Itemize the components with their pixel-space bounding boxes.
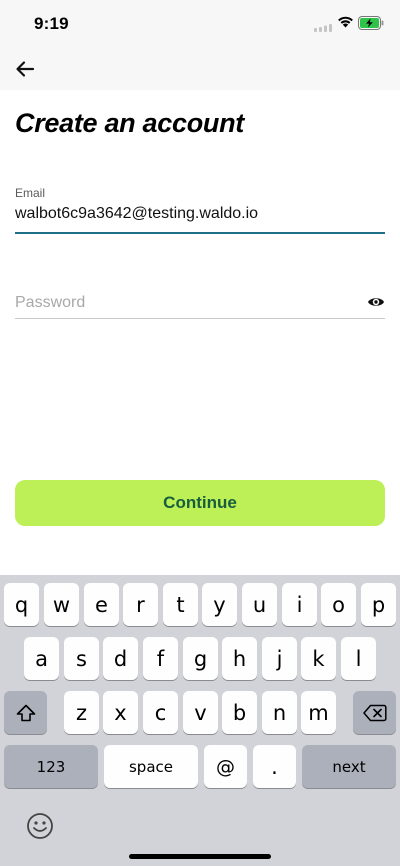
status-bar: 9:19 (0, 0, 400, 48)
key-x[interactable]: x (103, 691, 138, 734)
email-input[interactable]: walbot6c9a3642@testing.waldo.io (15, 205, 385, 223)
key-k[interactable]: k (301, 637, 336, 680)
key-m[interactable]: m (301, 691, 336, 734)
key-a[interactable]: a (24, 637, 59, 680)
email-field[interactable]: Email walbot6c9a3642@testing.waldo.io (15, 186, 385, 234)
key-r[interactable]: r (123, 583, 158, 626)
key-v[interactable]: v (183, 691, 218, 734)
key-j[interactable]: j (262, 637, 297, 680)
email-label: Email (15, 186, 46, 200)
key-u[interactable]: u (242, 583, 277, 626)
keyboard: q w e r t y u i o p a s d f g h j k l z … (0, 575, 400, 866)
home-indicator (129, 854, 271, 859)
key-t[interactable]: t (163, 583, 198, 626)
shift-key[interactable] (4, 691, 47, 734)
continue-button[interactable]: Continue (15, 480, 385, 526)
page-title: Create an account (15, 108, 244, 138)
key-l[interactable]: l (341, 637, 376, 680)
key-w[interactable]: w (44, 583, 79, 626)
key-e[interactable]: e (84, 583, 119, 626)
numbers-key[interactable]: 123 (4, 745, 98, 788)
dot-key[interactable]: . (253, 745, 296, 788)
password-input[interactable]: Password (15, 294, 85, 312)
key-p[interactable]: p (361, 583, 396, 626)
key-s[interactable]: s (64, 637, 99, 680)
key-q[interactable]: q (4, 583, 39, 626)
key-y[interactable]: y (202, 583, 237, 626)
password-field[interactable]: Password (15, 292, 385, 319)
backspace-icon (362, 704, 387, 721)
key-d[interactable]: d (103, 637, 138, 680)
key-n[interactable]: n (262, 691, 297, 734)
back-button[interactable] (12, 56, 38, 82)
space-key[interactable]: space (104, 745, 198, 788)
eye-icon[interactable] (367, 295, 385, 309)
status-time: 9:19 (34, 14, 69, 33)
shift-icon (16, 704, 35, 721)
wifi-icon (338, 16, 353, 28)
key-z[interactable]: z (64, 691, 99, 734)
at-key[interactable]: @ (204, 745, 247, 788)
key-b[interactable]: b (222, 691, 257, 734)
key-o[interactable]: o (321, 583, 356, 626)
signal-icon (314, 24, 332, 32)
nav-bar (0, 48, 400, 90)
key-c[interactable]: c (143, 691, 178, 734)
key-g[interactable]: g (183, 637, 218, 680)
battery-charging-icon (358, 16, 384, 30)
next-key[interactable]: next (302, 745, 396, 788)
emoji-icon[interactable] (26, 812, 54, 840)
key-i[interactable]: i (282, 583, 317, 626)
key-h[interactable]: h (222, 637, 257, 680)
arrow-left-icon (16, 61, 35, 77)
key-f[interactable]: f (143, 637, 178, 680)
backspace-key[interactable] (353, 691, 396, 734)
